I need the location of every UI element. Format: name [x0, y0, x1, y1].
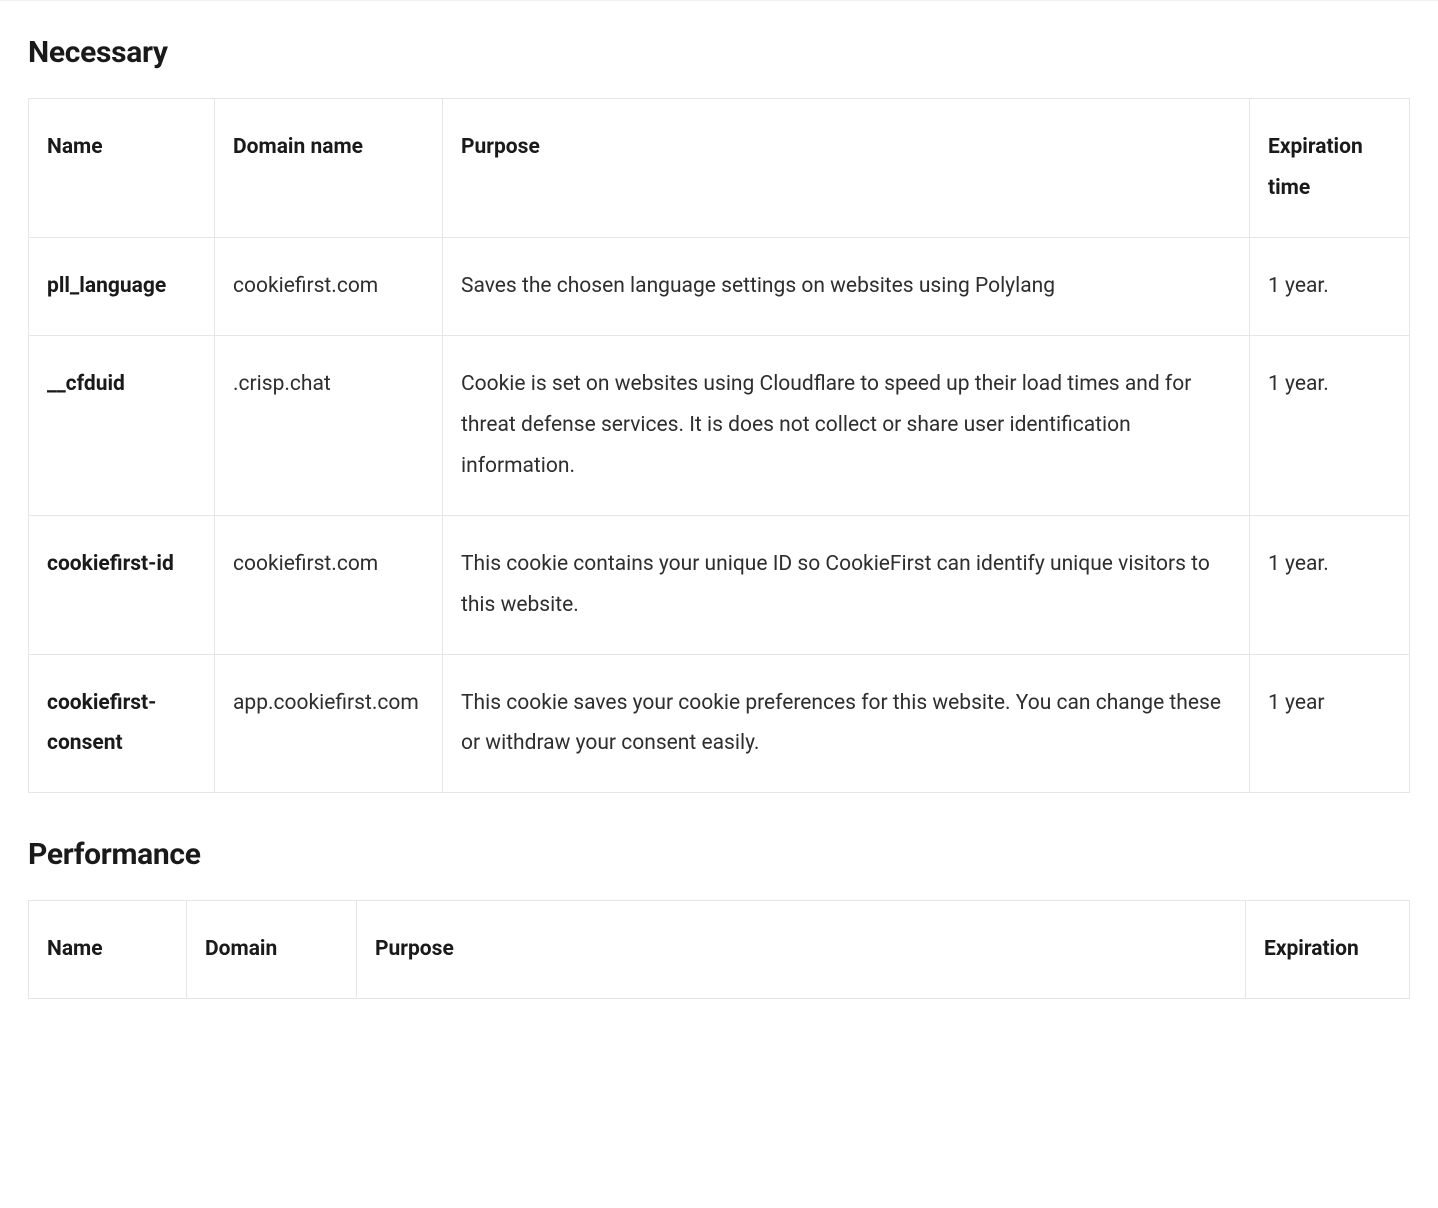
cell-purpose: This cookie contains your unique ID so C… — [443, 515, 1250, 654]
cell-purpose: This cookie saves your cookie preference… — [443, 654, 1250, 793]
section-heading-necessary: Necessary — [28, 35, 1410, 70]
cell-expiration: 1 year. — [1250, 335, 1410, 515]
cell-expiration: 1 year. — [1250, 515, 1410, 654]
cell-domain: .crisp.chat — [215, 335, 443, 515]
cookie-table-performance: Name Domain Purpose Expiration — [28, 900, 1410, 999]
table-header-row: Name Domain Purpose Expiration — [29, 901, 1410, 999]
cell-name: __cfduid — [29, 335, 215, 515]
col-header-expiration: Expiration — [1246, 901, 1410, 999]
cell-name: cookiefirst-id — [29, 515, 215, 654]
page-content: Necessary Name Domain name Purpose Expir… — [0, 0, 1438, 999]
table-header-row: Name Domain name Purpose Expiration time — [29, 99, 1410, 238]
col-header-purpose: Purpose — [443, 99, 1250, 238]
col-header-domain: Domain — [187, 901, 357, 999]
cell-expiration: 1 year — [1250, 654, 1410, 793]
col-header-expiration: Expiration time — [1250, 99, 1410, 238]
col-header-purpose: Purpose — [357, 901, 1246, 999]
cell-name: pll_language — [29, 237, 215, 335]
section-heading-performance: Performance — [28, 837, 1410, 872]
cell-domain: app.cookiefirst.com — [215, 654, 443, 793]
col-header-domain: Domain name — [215, 99, 443, 238]
cell-purpose: Saves the chosen language settings on we… — [443, 237, 1250, 335]
cookie-table-necessary: Name Domain name Purpose Expiration time… — [28, 98, 1410, 793]
table-row: __cfduid .crisp.chat Cookie is set on we… — [29, 335, 1410, 515]
cell-purpose: Cookie is set on websites using Cloudfla… — [443, 335, 1250, 515]
col-header-name: Name — [29, 99, 215, 238]
col-header-name: Name — [29, 901, 187, 999]
cell-name: cookiefirst-consent — [29, 654, 215, 793]
table-row: cookiefirst-consent app.cookiefirst.com … — [29, 654, 1410, 793]
table-row: cookiefirst-id cookiefirst.com This cook… — [29, 515, 1410, 654]
cell-expiration: 1 year. — [1250, 237, 1410, 335]
cell-domain: cookiefirst.com — [215, 237, 443, 335]
cell-domain: cookiefirst.com — [215, 515, 443, 654]
table-row: pll_language cookiefirst.com Saves the c… — [29, 237, 1410, 335]
